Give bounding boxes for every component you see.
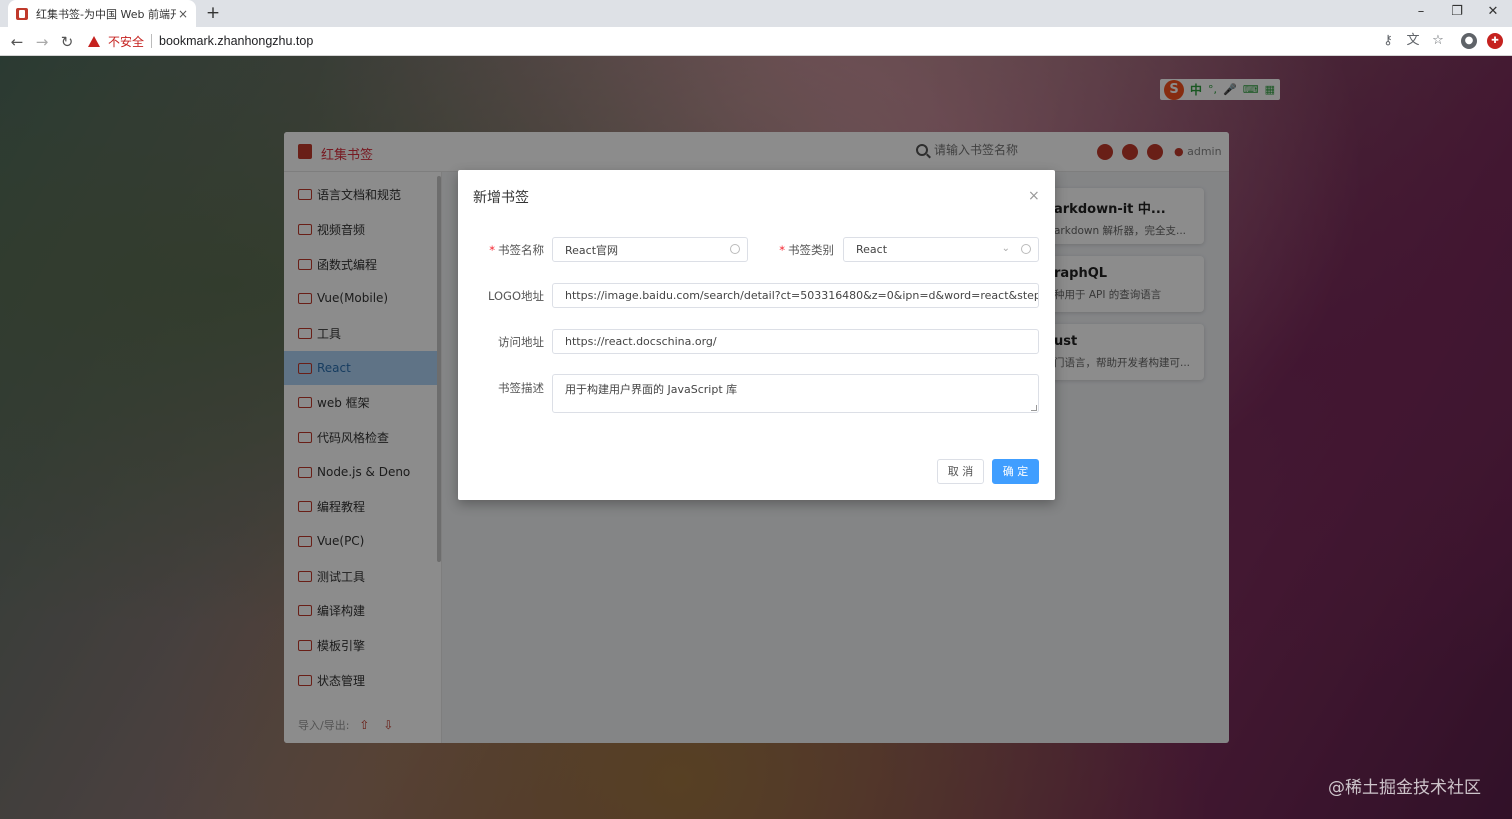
cancel-button[interactable]: 取 消 (937, 459, 984, 484)
description-textarea[interactable]: 用于构建用户界面的 JavaScript 库 (552, 374, 1039, 413)
name-label-text: 书签名称 (498, 243, 544, 257)
visit-url-value: https://react.docschina.org/ (565, 335, 717, 348)
security-label[interactable]: 不安全 (108, 33, 144, 50)
category-value: React (856, 243, 888, 256)
new-tab-button[interactable]: + (203, 3, 223, 23)
desc-label: 书签描述 (498, 381, 544, 395)
browser-toolbar: ← → ↻ 不安全 bookmark.zhanhongzhu.top ⚷ 文 ☆… (0, 27, 1512, 56)
browser-tabbar: 红集书签-为中国 Web 前端开发 × + – ❐ ✕ (0, 0, 1512, 27)
url-text[interactable]: bookmark.zhanhongzhu.top (159, 34, 313, 48)
logo-url-value: https://image.baidu.com/search/detail?ct… (565, 289, 1039, 302)
logo-url-input[interactable]: https://image.baidu.com/search/detail?ct… (552, 283, 1039, 308)
category-select[interactable]: React ⌄ (843, 237, 1039, 262)
visit-url-input[interactable]: https://react.docschina.org/ (552, 329, 1039, 354)
translate-icon[interactable]: 文 (1405, 33, 1421, 49)
bookmark-name-input[interactable]: React官网 (552, 237, 748, 262)
key-icon[interactable]: ⚷ (1380, 33, 1396, 49)
required-mark: * (779, 243, 785, 257)
watermark: @稀土掘金技术社区 (1328, 778, 1481, 798)
browser-tab[interactable]: 红集书签-为中国 Web 前端开发 × (8, 0, 196, 27)
extension-icon[interactable]: ✚ (1487, 33, 1503, 49)
name-label: * 书签名称 (484, 242, 544, 258)
restore-button[interactable]: ❐ (1439, 0, 1475, 27)
reload-icon[interactable]: ↻ (56, 31, 78, 53)
category-label: * 书签类别 (774, 242, 834, 258)
resize-handle-icon[interactable] (1031, 405, 1037, 411)
tab-close-icon[interactable]: × (178, 7, 188, 21)
dialog-title: 新增书签 (473, 190, 529, 206)
chevron-down-icon[interactable]: ⌄ (1002, 243, 1010, 254)
logo-label: LOGO地址 (487, 289, 544, 303)
address-bar[interactable]: 不安全 bookmark.zhanhongzhu.top (88, 30, 313, 52)
add-bookmark-dialog: 新增书签 × * 书签名称 React官网 * 书签类别 React ⌄ LOGO地… (458, 170, 1055, 500)
minimize-button[interactable]: – (1403, 0, 1439, 27)
profile-icon[interactable]: ● (1461, 33, 1477, 49)
url-label: 访问地址 (498, 335, 544, 349)
confirm-button[interactable]: 确 定 (992, 459, 1039, 484)
clear-icon[interactable] (730, 244, 740, 254)
bookmark-name-value: React官网 (565, 243, 619, 257)
tab-title: 红集书签-为中国 Web 前端开发 (36, 7, 176, 21)
divider (151, 34, 153, 48)
category-label-text: 书签类别 (788, 243, 834, 257)
required-mark: * (489, 243, 495, 257)
close-icon[interactable]: × (1028, 188, 1040, 204)
star-icon[interactable]: ☆ (1430, 33, 1446, 49)
bookmark-favicon-icon (16, 7, 28, 20)
back-arrow-icon[interactable]: ← (6, 31, 28, 53)
description-value: 用于构建用户界面的 JavaScript 库 (565, 383, 738, 396)
window-close-button[interactable]: ✕ (1475, 0, 1511, 27)
forward-arrow-icon[interactable]: → (31, 31, 53, 53)
warning-icon (88, 35, 100, 47)
clear-icon[interactable] (1021, 244, 1031, 254)
